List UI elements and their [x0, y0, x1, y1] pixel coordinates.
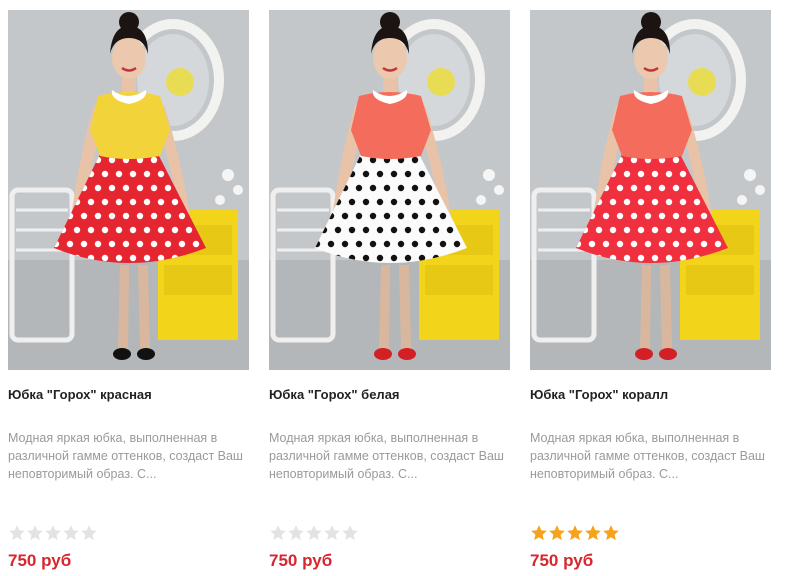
product-description: Модная яркая юбка, выполненная в различн… [269, 431, 504, 481]
product-card[interactable]: Юбка "Горох" белая Модная яркая юбка, вы… [269, 10, 510, 570]
product-price: 750 руб [8, 551, 72, 570]
product-title[interactable]: Юбка "Горох" красная [8, 387, 249, 405]
product-grid: Юбка "Горох" красная Модная яркая юбка, … [0, 0, 788, 576]
star-filled-icon [531, 525, 547, 541]
star-empty-icon [324, 525, 340, 541]
star-empty-icon [288, 525, 304, 541]
star-filled-icon [549, 525, 565, 541]
star-empty-icon [81, 525, 97, 541]
product-title[interactable]: Юбка "Горох" белая [269, 387, 510, 405]
star-empty-icon [63, 525, 79, 541]
product-photo[interactable] [269, 10, 510, 370]
product-price: 750 руб [530, 551, 594, 570]
product-card[interactable]: Юбка "Горох" красная Модная яркая юбка, … [8, 10, 249, 570]
product-card[interactable]: Юбка "Горох" коралл Модная яркая юбка, в… [530, 10, 771, 570]
star-filled-icon [603, 525, 619, 541]
star-filled-icon [585, 525, 601, 541]
product-photo[interactable] [530, 10, 771, 370]
star-empty-icon [306, 525, 322, 541]
product-description: Модная яркая юбка, выполненная в различн… [8, 431, 243, 481]
star-empty-icon [27, 525, 43, 541]
product-description: Модная яркая юбка, выполненная в различн… [530, 431, 765, 481]
rating-stars [8, 524, 98, 542]
star-empty-icon [270, 525, 286, 541]
rating-stars [530, 524, 620, 542]
product-photo[interactable] [8, 10, 249, 370]
product-title[interactable]: Юбка "Горох" коралл [530, 387, 771, 405]
star-empty-icon [9, 525, 25, 541]
star-filled-icon [567, 525, 583, 541]
product-price: 750 руб [269, 551, 333, 570]
rating-stars [269, 524, 359, 542]
star-empty-icon [342, 525, 358, 541]
star-empty-icon [45, 525, 61, 541]
